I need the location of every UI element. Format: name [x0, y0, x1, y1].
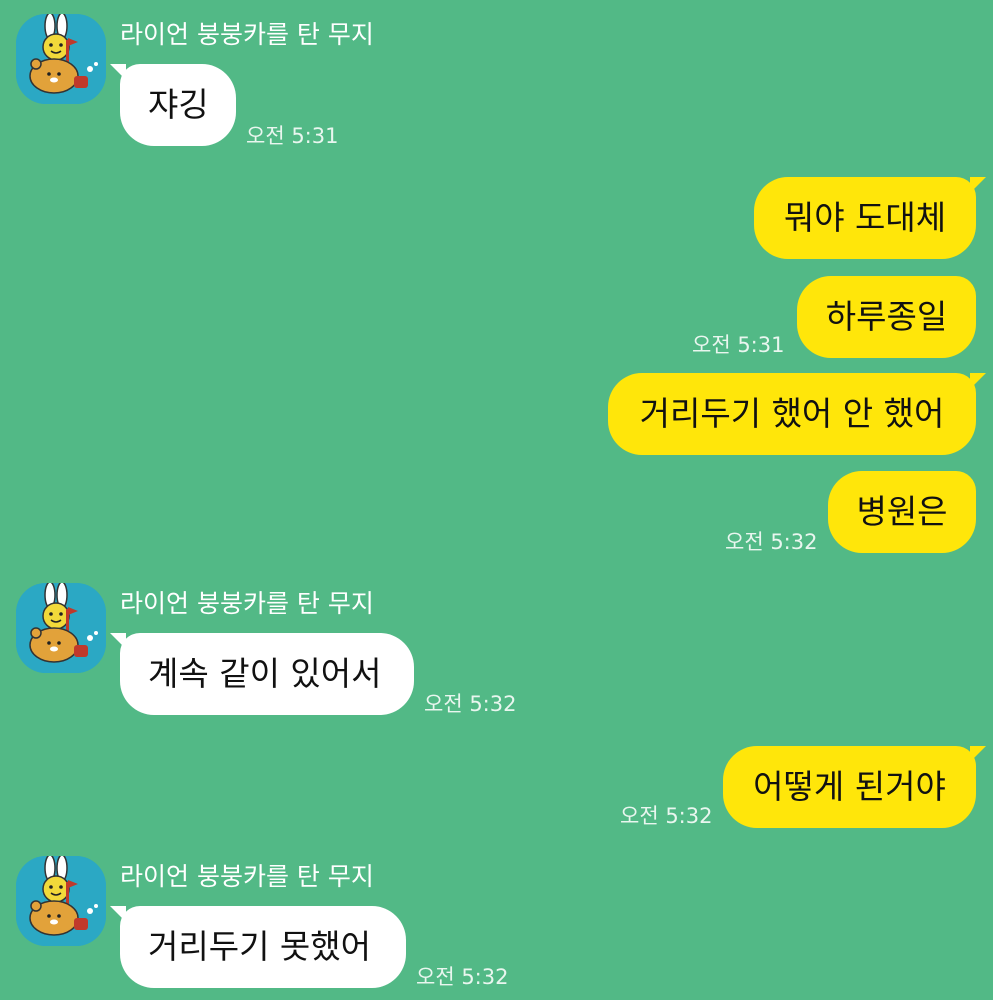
message-timestamp: 오전 5:31 [246, 124, 339, 148]
message-text: 거리두기 못했어 [148, 927, 372, 966]
sender-avatar[interactable] [16, 856, 106, 946]
muzi-on-ryan-avatar-icon [16, 856, 106, 946]
sender-avatar[interactable] [16, 14, 106, 104]
message-timestamp: 오전 5:32 [725, 530, 818, 554]
bubble-tail [970, 746, 986, 762]
outgoing-message-bubble[interactable]: 어떻게 된거야 [723, 746, 986, 828]
message-text: 계속 같이 있어서 [148, 654, 382, 693]
sender-name: 라이언 붕붕카를 탄 무지 [120, 862, 374, 891]
incoming-message-bubble[interactable]: 거리두기 못했어 [110, 906, 406, 988]
message-text: 쟈깅 [148, 85, 209, 124]
bubble-tail [110, 64, 126, 80]
message-timestamp: 오전 5:32 [424, 692, 517, 716]
bubble-tail [110, 906, 126, 922]
outgoing-message-bubble[interactable]: 하루종일 [797, 276, 976, 358]
bubble-tail [970, 373, 986, 389]
muzi-on-ryan-avatar-icon [16, 583, 106, 673]
sender-name: 라이언 붕붕카를 탄 무지 [120, 20, 374, 49]
message-text: 병원은 [856, 492, 948, 531]
message-text: 하루종일 [825, 297, 948, 336]
message-text: 거리두기 했어 안 했어 [639, 394, 945, 433]
outgoing-message-bubble[interactable]: 뭐야 도대체 [754, 177, 986, 259]
message-timestamp: 오전 5:32 [620, 804, 713, 828]
bubble-tail [970, 177, 986, 193]
message-timestamp: 오전 5:32 [416, 965, 509, 989]
message-text: 어떻게 된거야 [753, 767, 946, 806]
outgoing-message-bubble[interactable]: 거리두기 했어 안 했어 [608, 373, 986, 455]
message-timestamp: 오전 5:31 [692, 333, 785, 357]
bubble-tail [110, 633, 126, 649]
incoming-message-bubble[interactable]: 쟈깅 [110, 64, 236, 146]
sender-avatar[interactable] [16, 583, 106, 673]
message-text: 뭐야 도대체 [783, 198, 947, 237]
sender-name: 라이언 붕붕카를 탄 무지 [120, 589, 374, 618]
incoming-message-bubble[interactable]: 계속 같이 있어서 [110, 633, 414, 715]
outgoing-message-bubble[interactable]: 병원은 [828, 471, 976, 553]
muzi-on-ryan-avatar-icon [16, 14, 106, 104]
